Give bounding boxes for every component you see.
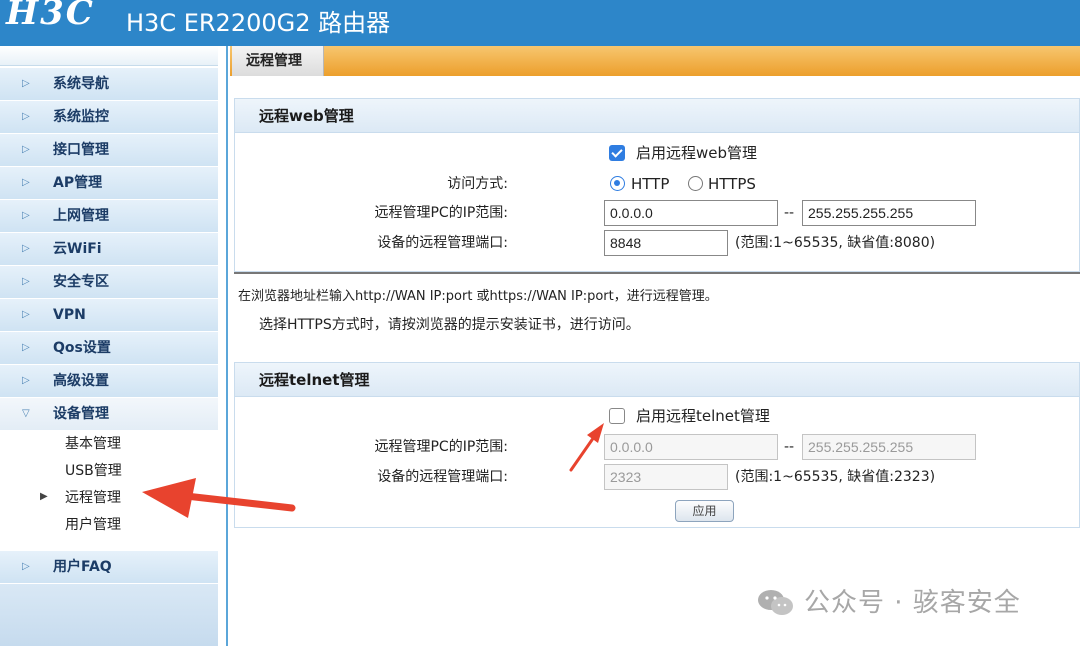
app-title: H3C ER2200G2 路由器 [126, 9, 391, 37]
expand-arrow-icon: ▷ [22, 78, 30, 89]
sidebar-item-label: 用户FAQ [53, 559, 112, 575]
sidebar-item-faq[interactable]: ▷ 用户FAQ [0, 551, 218, 584]
telnet-ip-end-input[interactable]: 255.255.255.255 [802, 434, 976, 460]
expand-arrow-icon: ▷ [22, 375, 30, 386]
wechat-icon [758, 590, 793, 615]
remote-web-title: 远程web管理 [235, 99, 1079, 133]
expand-arrow-icon: ▷ [22, 144, 30, 155]
apply-button[interactable]: 应用 [675, 500, 734, 522]
sidebar: ▷ 系统导航 ▷ 系统监控 ▷ 接口管理 ▷ AP管理 ▷ 上网管理 ▷ 云Wi… [0, 46, 228, 646]
web-ip-end-input[interactable]: 255.255.255.255 [802, 200, 976, 226]
sidebar-item-label: VPN [53, 307, 86, 323]
expand-arrow-icon: ▷ [22, 210, 30, 221]
https-radio[interactable] [688, 176, 703, 191]
collapse-arrow-icon: ▽ [22, 408, 30, 419]
http-label: HTTP [631, 175, 670, 193]
sidebar-item-internet[interactable]: ▷ 上网管理 [0, 200, 218, 233]
sidebar-gap [0, 539, 218, 551]
sidebar-subitem-label: 基本管理 [65, 436, 121, 452]
sidebar-item-interface[interactable]: ▷ 接口管理 [0, 134, 218, 167]
web-ip-range-label: 远程管理PC的IP范围: [374, 205, 508, 221]
notes-separator [234, 272, 1080, 274]
sidebar-item-system-monitor[interactable]: ▷ 系统监控 [0, 101, 218, 134]
sidebar-item-label: AP管理 [53, 175, 103, 191]
telnet-port-hint: (范围:1~65535, 缺省值:2323) [735, 469, 936, 485]
sidebar-item-label: Qos设置 [53, 340, 111, 356]
sidebar-subitem-remote[interactable]: ▶ 远程管理 [0, 485, 218, 512]
expand-arrow-icon: ▷ [22, 177, 30, 188]
sidebar-item-vpn[interactable]: ▷ VPN [0, 299, 218, 332]
expand-arrow-icon: ▷ [22, 342, 30, 353]
sidebar-item-label: 接口管理 [53, 142, 109, 158]
telnet-port-input[interactable]: 2323 [604, 464, 728, 490]
expand-arrow-icon: ▷ [22, 561, 30, 572]
https-label: HTTPS [708, 175, 756, 193]
access-method-label: 访问方式: [447, 176, 508, 192]
sidebar-item-ap[interactable]: ▷ AP管理 [0, 167, 218, 200]
sidebar-item-qos[interactable]: ▷ Qos设置 [0, 332, 218, 365]
expand-arrow-icon: ▷ [22, 276, 30, 287]
sidebar-item-label: 安全专区 [53, 274, 109, 290]
web-port-input[interactable]: 8848 [604, 230, 728, 256]
sidebar-menu: ▷ 系统导航 ▷ 系统监控 ▷ 接口管理 ▷ AP管理 ▷ 上网管理 ▷ 云Wi… [0, 68, 218, 584]
web-ip-start-input[interactable]: 0.0.0.0 [604, 200, 778, 226]
http-radio[interactable] [610, 176, 625, 191]
tab-bar: 远程管理 [230, 46, 1080, 76]
watermark-text: 公众号 · 骇客安全 [804, 588, 1021, 618]
sidebar-top-bar [0, 46, 218, 66]
expand-arrow-icon: ▷ [22, 309, 30, 320]
note-line-1: 在浏览器地址栏输入http://WAN IP:port 或https://WAN… [238, 289, 718, 304]
remote-telnet-title: 远程telnet管理 [235, 363, 1079, 397]
current-marker-icon: ▶ [40, 491, 48, 502]
sidebar-item-label: 云WiFi [53, 241, 102, 257]
sidebar-item-security[interactable]: ▷ 安全专区 [0, 266, 218, 299]
sidebar-bottom-fill [0, 584, 218, 646]
sidebar-item-label: 高级设置 [53, 373, 109, 389]
telnet-ip-start-input[interactable]: 0.0.0.0 [604, 434, 778, 460]
sidebar-item-advanced[interactable]: ▷ 高级设置 [0, 365, 218, 398]
web-ip-range-dash: -- [784, 205, 795, 221]
note-line-2: 选择HTTPS方式时，请按浏览器的提示安装证书，进行访问。 [259, 317, 640, 333]
enable-web-label: 启用远程web管理 [636, 144, 758, 162]
expand-arrow-icon: ▷ [22, 111, 30, 122]
h3c-logo: H3C [6, 0, 95, 33]
sidebar-subitem-usb[interactable]: USB管理 [0, 458, 218, 485]
sidebar-item-label: 上网管理 [53, 208, 109, 224]
tab-remote-management[interactable]: 远程管理 [232, 46, 324, 76]
sidebar-subitem-label: 用户管理 [65, 517, 121, 533]
sidebar-item-system-nav[interactable]: ▷ 系统导航 [0, 68, 218, 101]
sidebar-item-label: 系统监控 [53, 109, 109, 125]
sidebar-subitem-basic[interactable]: 基本管理 [0, 431, 218, 458]
sidebar-subitem-label: USB管理 [65, 463, 122, 479]
sidebar-subitem-label: 远程管理 [65, 490, 121, 506]
app-header: H3C H3C ER2200G2 路由器 [0, 0, 1080, 46]
sidebar-item-device-management[interactable]: ▽ 设备管理 [0, 398, 218, 431]
telnet-port-label: 设备的远程管理端口: [377, 469, 508, 485]
sidebar-item-label: 设备管理 [53, 406, 109, 422]
expand-arrow-icon: ▷ [22, 243, 30, 254]
sidebar-item-cloud-wifi[interactable]: ▷ 云WiFi [0, 233, 218, 266]
telnet-ip-range-dash: -- [784, 439, 795, 455]
enable-web-checkbox[interactable] [609, 145, 625, 161]
web-port-hint: (范围:1~65535, 缺省值:8080) [735, 235, 936, 251]
web-port-label: 设备的远程管理端口: [377, 235, 508, 251]
sidebar-item-label: 系统导航 [53, 76, 109, 92]
sidebar-subitem-users[interactable]: 用户管理 [0, 512, 218, 539]
enable-telnet-checkbox[interactable] [609, 408, 625, 424]
telnet-ip-range-label: 远程管理PC的IP范围: [374, 439, 508, 455]
enable-telnet-label: 启用远程telnet管理 [636, 407, 770, 425]
